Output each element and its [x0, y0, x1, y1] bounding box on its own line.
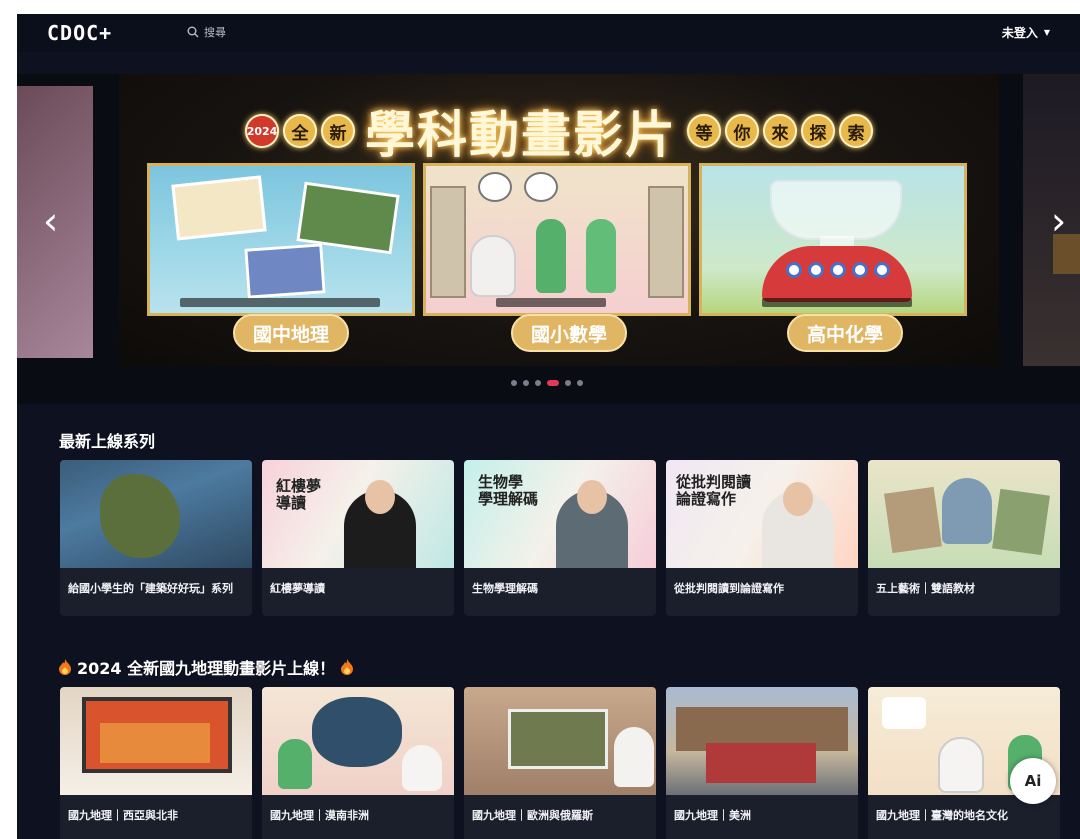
video-title: 生物學理解碼 [472, 582, 538, 595]
video-thumbnail [262, 687, 454, 795]
banner-char: 等 [687, 114, 721, 148]
thumbnail-title: 從批判閱讀 論證寫作 [676, 473, 752, 508]
video-title: 紅樓夢導讀 [270, 582, 325, 595]
video-card[interactable]: 從批判閱讀 論證寫作 從批判閱讀到論證寫作 [666, 460, 858, 616]
video-thumbnail [60, 460, 252, 568]
video-row-latest: 給國小學生的「建築好好玩」系列 紅樓夢 導讀 紅樓夢導讀 生物學 學理解碼 生物… [60, 460, 1080, 616]
video-card[interactable]: 給國小學生的「建築好好玩」系列 [60, 460, 252, 616]
section-title-text: 2024 全新國九地理動畫影片上線！ [77, 659, 336, 678]
video-title: 國九地理｜歐洲與俄羅斯 [472, 809, 593, 822]
math-panel-image [423, 163, 691, 316]
video-title: 五上藝術｜雙語教材 [876, 582, 975, 595]
hero-carousel: 2024 全 新 學科動畫影片 等 你 來 探 索 國中地理 國小數學 高中化學… [17, 74, 1080, 404]
banner-char: 探 [801, 114, 835, 148]
panel-caption: 高中化學 [787, 314, 904, 352]
banner-title: 學科動畫影片 [365, 106, 677, 164]
panel-caption: 國小數學 [511, 314, 628, 352]
flame-icon [341, 659, 354, 675]
video-row-geography: 國九地理｜西亞與北非 國九地理｜漠南非洲 國九地理｜歐洲與俄羅斯 國九地理｜美洲 [60, 687, 1080, 839]
carousel-dot[interactable] [565, 380, 571, 386]
video-card[interactable]: 國九地理｜歐洲與俄羅斯 [464, 687, 656, 839]
carousel-dot[interactable] [511, 380, 517, 386]
video-thumbnail [60, 687, 252, 795]
hero-slide[interactable]: 2024 全 新 學科動畫影片 等 你 來 探 索 國中地理 國小數學 高中化學 [119, 74, 999, 366]
video-thumbnail: 從批判閱讀 論證寫作 [666, 460, 858, 568]
search-label: 搜尋 [204, 26, 226, 39]
video-title: 給國小學生的「建築好好玩」系列 [68, 582, 233, 595]
banner-headline: 2024 全 新 學科動畫影片 等 你 來 探 索 [119, 94, 999, 168]
video-thumbnail [464, 687, 656, 795]
chevron-down-icon: ▼ [1043, 28, 1050, 37]
video-title: 從批判閱讀到論證寫作 [674, 582, 784, 595]
top-header: CDOC+ 搜尋 未登入 ▼ [17, 14, 1080, 52]
video-title: 國九地理｜西亞與北非 [68, 809, 178, 822]
video-thumbnail: 生物學 學理解碼 [464, 460, 656, 568]
thumbnail-title: 生物學 學理解碼 [478, 473, 539, 508]
panel-caption: 國中地理 [233, 314, 350, 352]
banner-char: 新 [321, 114, 355, 148]
thumbnail-title: 紅樓夢 導讀 [276, 477, 322, 512]
video-title: 國九地理｜漠南非洲 [270, 809, 369, 822]
banner-year: 2024 [245, 114, 279, 148]
video-thumbnail [868, 460, 1060, 568]
video-card[interactable]: 國九地理｜美洲 [666, 687, 858, 839]
banner-char: 來 [763, 114, 797, 148]
video-title: 國九地理｜臺灣的地名文化 [876, 809, 1008, 822]
search-icon [187, 26, 199, 38]
login-label: 未登入 [1001, 26, 1038, 40]
section-title-text: 最新上線系列 [59, 432, 156, 451]
video-thumbnail: 紅樓夢 導讀 [262, 460, 454, 568]
login-menu[interactable]: 未登入 ▼ [1002, 24, 1050, 41]
carousel-pagination [511, 380, 583, 386]
banner-char: 索 [839, 114, 873, 148]
section-title: 最新上線系列 [59, 428, 155, 452]
banner-char: 你 [725, 114, 759, 148]
chevron-left-icon[interactable]: ‹ [43, 202, 58, 240]
video-card[interactable]: 五上藝術｜雙語教材 [868, 460, 1060, 616]
ai-assistant-icon[interactable]: Ai [1010, 758, 1056, 804]
site-logo[interactable]: CDOC+ [47, 21, 112, 45]
section-title: 2024 全新國九地理動畫影片上線！ [59, 655, 354, 679]
search-button[interactable]: 搜尋 [187, 24, 226, 40]
flame-icon [59, 659, 71, 675]
carousel-dot[interactable] [577, 380, 583, 386]
video-thumbnail [666, 687, 858, 795]
chevron-right-icon[interactable]: › [1051, 202, 1066, 240]
video-title: 國九地理｜美洲 [674, 809, 751, 822]
carousel-dot-active[interactable] [547, 380, 559, 386]
chemistry-panel-image [699, 163, 967, 316]
banner-char: 全 [283, 114, 317, 148]
carousel-dot[interactable] [535, 380, 541, 386]
geography-panel-image [147, 163, 415, 316]
video-card[interactable]: 國九地理｜漠南非洲 [262, 687, 454, 839]
carousel-dot[interactable] [523, 380, 529, 386]
video-card[interactable]: 國九地理｜西亞與北非 [60, 687, 252, 839]
video-card[interactable]: 生物學 學理解碼 生物學理解碼 [464, 460, 656, 616]
video-card[interactable]: 紅樓夢 導讀 紅樓夢導讀 [262, 460, 454, 616]
app-frame: CDOC+ 搜尋 未登入 ▼ 2024 全 新 學科動畫影片 等 你 來 探 索 [17, 14, 1080, 839]
